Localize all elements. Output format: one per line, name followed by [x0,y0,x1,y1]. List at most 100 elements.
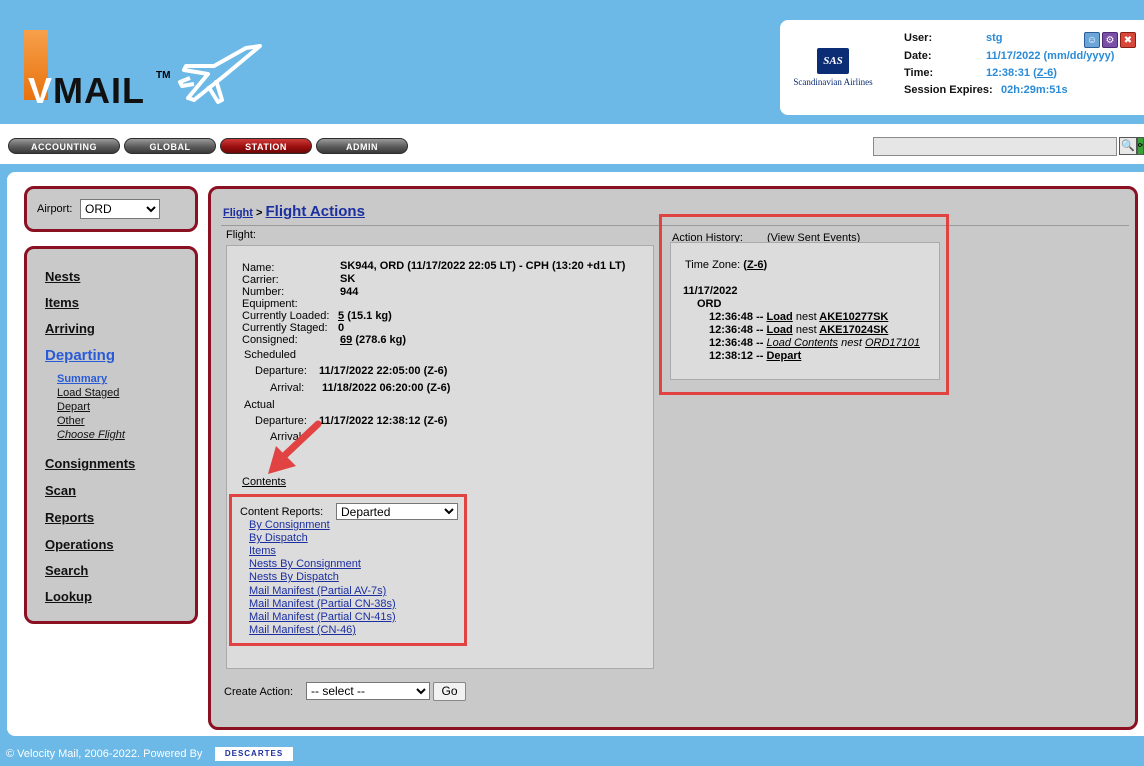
history-timezone: Time Zone: (Z-6) [685,259,768,271]
airline-mark: SAS [817,48,849,74]
content-reports-panel: Content Reports: Departed By Consignment… [229,494,467,646]
date-value: 11/17/2022 (mm/dd/yyyy) [986,50,1115,62]
number-value: 944 [340,286,359,298]
report-nests-by-consignment-link[interactable]: Nests By Consignment [249,558,361,570]
history-event-action-link[interactable]: Depart [766,350,801,362]
consigned-weight: (278.6 kg) [355,334,407,346]
report-by-dispatch-link[interactable]: By Dispatch [249,532,308,544]
history-event-action-link[interactable]: Load Contents [766,337,838,349]
consigned-label: Consigned: [242,334,298,346]
report-mail-manifest-cn41-link[interactable]: Mail Manifest (Partial CN-41s) [249,611,396,623]
currently-loaded-link[interactable]: 5 [338,310,344,322]
session-panel: SAS Scandinavian Airlines User: stg Date… [780,20,1144,115]
history-event-action-link[interactable]: Load [766,311,792,323]
session-expires-label: Session Expires: [904,84,993,96]
nav-operations[interactable]: Operations [45,537,114,552]
history-event: 12:36:48 -- Load Contents nest ORD17101 [709,337,920,349]
descartes-logo[interactable]: DESCARTES [215,747,293,761]
breadcrumb-flight-link[interactable]: Flight [223,207,253,219]
advanced-search-button[interactable]: ⚯ [1137,137,1144,155]
report-mail-manifest-cn46-link[interactable]: Mail Manifest (CN-46) [249,624,356,636]
session-expires-value: 02h:29m:51s [1001,84,1068,96]
user-profile-icon[interactable]: ☺ [1084,32,1100,48]
tab-station[interactable]: STATION [220,138,312,154]
footer: © Velocity Mail, 2006-2022. Powered By D… [0,742,1144,766]
subnav-summary[interactable]: Summary [57,373,107,385]
number-label: Number: [242,286,285,298]
tab-global[interactable]: GLOBAL [124,138,216,154]
report-mail-manifest-av7-link[interactable]: Mail Manifest (Partial AV-7s) [249,585,386,597]
consigned-link[interactable]: 69 [340,334,352,346]
subnav-load-staged[interactable]: Load Staged [57,387,119,399]
currently-loaded-label: Currently Loaded: [242,310,330,322]
history-event-text: nest [795,311,817,323]
nav-departing[interactable]: Departing [45,347,115,364]
nav-items[interactable]: Items [45,295,79,310]
currently-staged-value: 0 [338,322,345,334]
airplane-icon [178,44,262,104]
history-event-ref-link[interactable]: ORD17101 [865,337,920,349]
history-event-text: nest [841,337,862,349]
logo-text: MAIL [53,70,145,111]
logout-icon[interactable]: ✖ [1120,32,1136,48]
time-zone-link[interactable]: Z-6 [1037,67,1054,79]
history-timezone-label: Time Zone: [685,259,741,271]
history-event: 12:36:48 -- Load nest AKE10277SK [709,311,888,323]
subnav-choose-flight[interactable]: Choose Flight [57,429,125,441]
content-reports-select[interactable]: Departed [336,503,458,520]
global-search-input[interactable] [873,137,1117,156]
nav-scan[interactable]: Scan [45,483,76,498]
history-event-action-link[interactable]: Load [766,324,792,336]
nav-reports[interactable]: Reports [45,510,94,525]
currently-staged-label: Currently Staged: [242,322,328,334]
currently-loaded-value: 5 (15.1 kg) [338,310,392,322]
breadcrumb-separator: > [256,207,263,219]
subnav-depart[interactable]: Depart [57,401,90,413]
action-history-panel: Time Zone: (Z-6) 11/17/2022 ORD 12:36:48… [670,242,940,380]
history-event: 12:38:12 -- Depart [709,350,801,362]
nav-lookup[interactable]: Lookup [45,589,92,604]
report-mail-manifest-cn38-link[interactable]: Mail Manifest (Partial CN-38s) [249,598,396,610]
vmail-logo: VMAIL TM [24,26,264,111]
time-label: Time: [904,67,934,79]
report-by-consignment-link[interactable]: By Consignment [249,519,330,531]
airport-label: Airport: [37,203,73,215]
create-action-label: Create Action: [224,686,294,698]
history-event-time: 12:38:12 -- [709,350,764,362]
search-icon: 🔍 [1121,140,1135,152]
history-event-ref-link[interactable]: AKE17024SK [819,324,888,336]
nav-nests[interactable]: Nests [45,269,80,284]
history-timezone-link[interactable]: Z-6 [747,259,764,271]
station-nav: Nests Items Arriving Departing Summary L… [24,246,198,624]
scheduled-departure-label: Departure: [255,365,307,377]
annotation-arrow-icon [268,420,322,474]
history-event-ref-link[interactable]: AKE10277SK [819,311,888,323]
report-items-link[interactable]: Items [249,545,276,557]
tab-admin[interactable]: ADMIN [316,138,408,154]
nav-search[interactable]: Search [45,563,88,578]
report-nests-by-dispatch-link[interactable]: Nests By Dispatch [249,571,339,583]
header: VMAIL TM SAS Scandinavian Airlines User:… [0,0,1144,122]
create-action-select[interactable]: -- select -- [306,682,430,700]
go-button[interactable]: Go [433,682,466,701]
history-event-text: nest [795,324,817,336]
search-button[interactable]: 🔍 [1119,137,1137,155]
user-value: stg [986,32,1003,44]
nav-consignments[interactable]: Consignments [45,456,135,471]
airport-panel: Airport: ORD [24,186,198,232]
consigned-value: 69 (278.6 kg) [340,334,406,346]
settings-icon[interactable]: ⚙ [1102,32,1118,48]
carrier-label: Carrier: [242,274,279,286]
actual-heading: Actual [244,399,275,411]
nav-arriving[interactable]: Arriving [45,321,95,336]
tab-accounting[interactable]: ACCOUNTING [8,138,120,154]
link-icon: ⚯ [1138,140,1143,152]
date-label: Date: [904,50,932,62]
history-event: 12:36:48 -- Load nest AKE17024SK [709,324,888,336]
history-event-time: 12:36:48 -- [709,337,764,349]
page-title[interactable]: Flight Actions [266,203,365,220]
airport-select[interactable]: ORD [80,199,160,219]
subnav-other[interactable]: Other [57,415,85,427]
airline-name: Scandinavian Airlines [793,77,873,87]
currently-loaded-weight: (15.1 kg) [347,310,392,322]
